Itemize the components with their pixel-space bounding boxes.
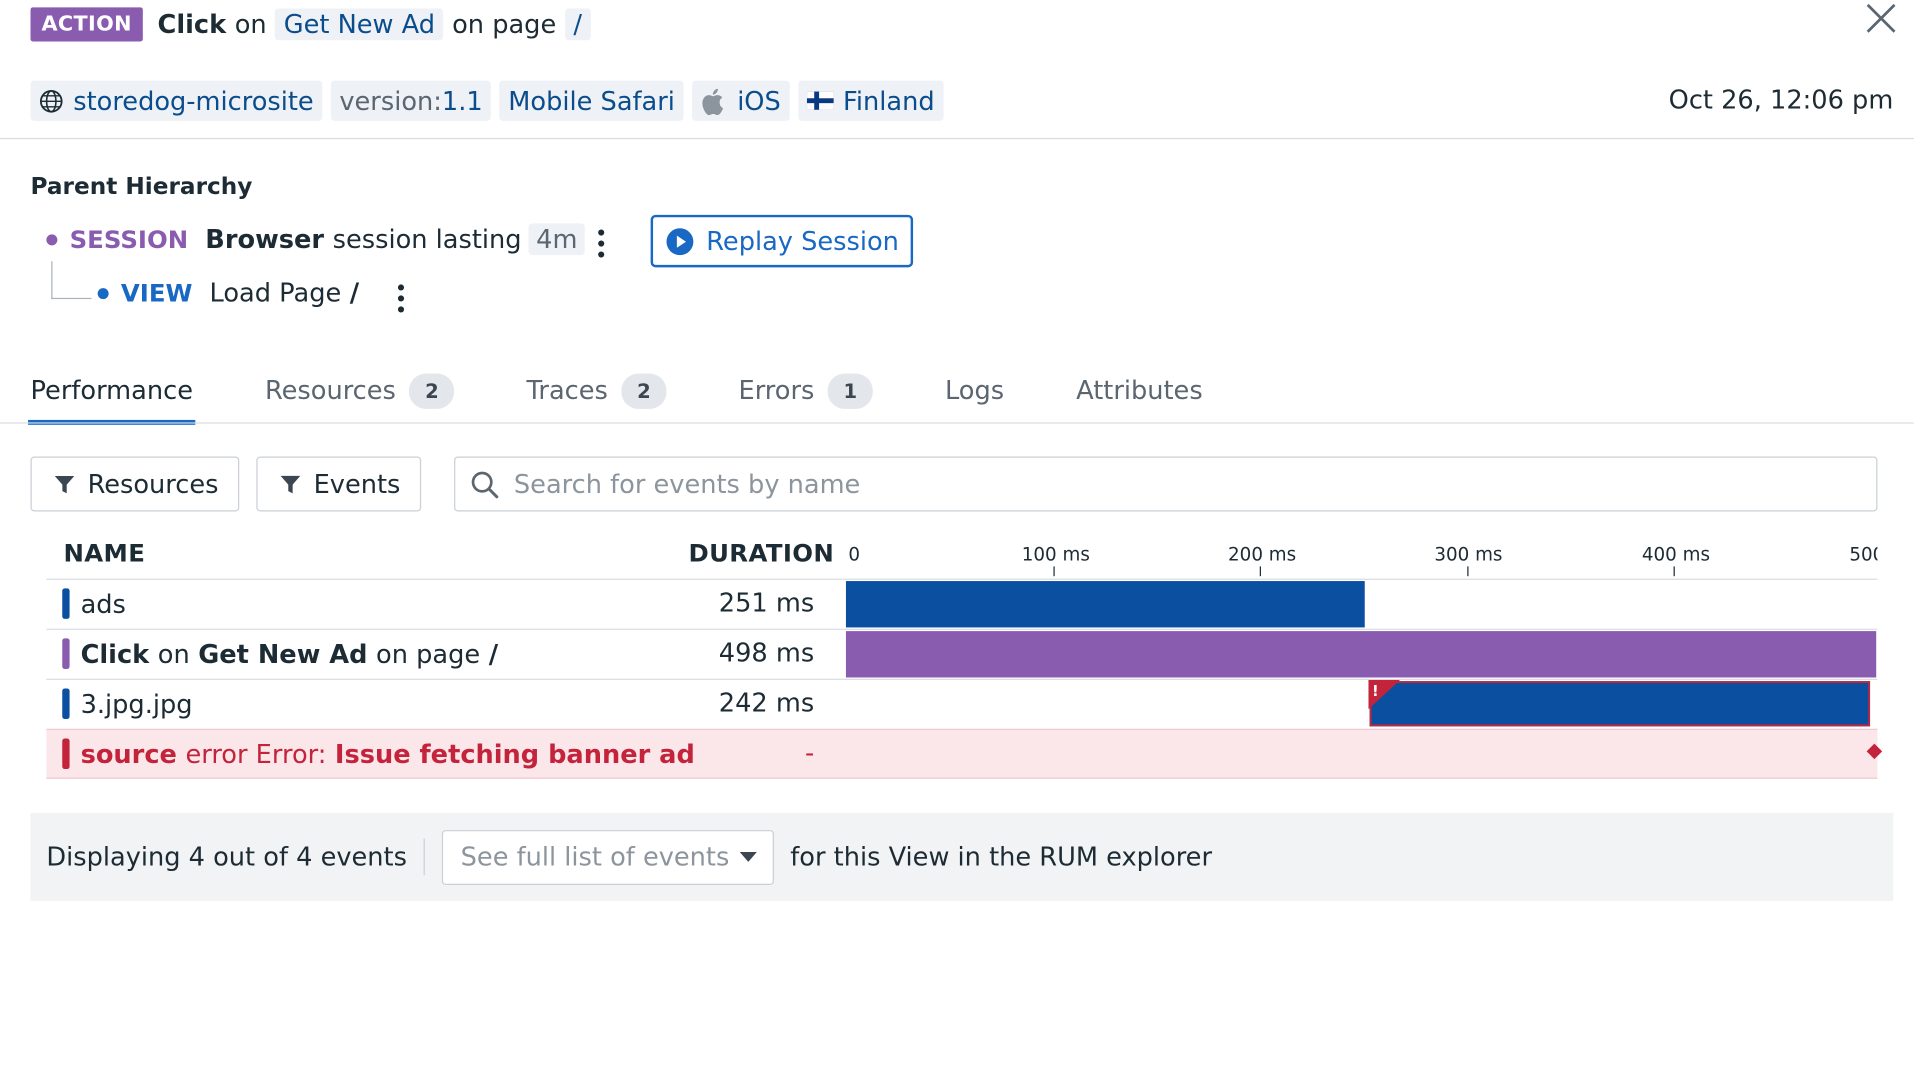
country-tag[interactable]: Finland — [797, 80, 944, 121]
error-row[interactable]: source error Error: Issue fetching banne… — [46, 728, 1878, 779]
axis-label-400: 400 ms — [1641, 543, 1710, 566]
tab-resources[interactable]: Resources 2 — [265, 361, 455, 420]
target-chip[interactable]: Get New Ad — [275, 7, 444, 40]
session-text: session lasting — [332, 224, 522, 254]
app-name: storedog-microsite — [73, 86, 314, 116]
view-label: VIEW — [120, 278, 193, 308]
row-name: 3.jpg.jpg — [62, 688, 193, 719]
session-more-icon[interactable] — [591, 227, 612, 260]
axis-label-200: 200 ms — [1228, 543, 1297, 566]
browser-tag[interactable]: Mobile Safari — [499, 80, 684, 121]
filter-icon — [54, 475, 75, 493]
footer-suffix: for this View in the RUM explorer — [790, 842, 1213, 872]
event-title: Click on Get New Ad on page / — [157, 7, 591, 40]
footer-separator — [424, 838, 426, 876]
axis-label-100: 100 ms — [1021, 543, 1090, 566]
session-label: SESSION — [69, 224, 189, 254]
session-row[interactable]: SESSION Browser session lasting 4m — [46, 223, 585, 256]
session-dot — [46, 233, 58, 245]
click-word: Click — [157, 9, 227, 39]
row-indicator — [62, 638, 70, 669]
tab-attributes[interactable]: Attributes — [1076, 361, 1203, 420]
session-duration: 4m — [528, 223, 585, 256]
errors-count: 1 — [827, 372, 873, 409]
os-tag[interactable]: iOS — [692, 80, 790, 121]
replay-label: Replay Session — [706, 226, 899, 256]
header-divider — [0, 137, 1914, 140]
on-page-word: on page — [452, 9, 557, 39]
events-filter-button[interactable]: Events — [256, 456, 422, 512]
error-flag-icon: ! — [1368, 679, 1400, 710]
view-dot — [97, 287, 109, 299]
context-tags: storedog-microsite version:1.1 Mobile Sa… — [30, 80, 944, 121]
timeline-bar-3jpg[interactable]: ! — [1368, 679, 1871, 727]
tab-performance[interactable]: Performance — [28, 361, 196, 425]
search-box — [454, 456, 1878, 512]
caret-down-icon — [740, 852, 758, 862]
search-icon — [471, 471, 499, 498]
view-path: / — [349, 278, 360, 308]
row-duration: 242 ms — [718, 688, 815, 718]
axis-label-500: 500 — [1849, 543, 1877, 566]
app-tag[interactable]: storedog-microsite — [30, 80, 323, 121]
apple-icon — [702, 88, 723, 115]
axis-tick — [1467, 566, 1469, 577]
tab-errors[interactable]: Errors 1 — [739, 361, 873, 420]
row-name: ads — [62, 588, 126, 619]
parent-hierarchy-title: Parent Hierarchy — [30, 173, 253, 201]
axis-label-0: 0 — [848, 543, 861, 566]
replay-session-button[interactable]: Replay Session — [650, 214, 914, 268]
row-duration: 498 ms — [718, 638, 815, 668]
view-row[interactable]: VIEW Load Page / — [97, 278, 360, 308]
axis-label-300: 300 ms — [1434, 543, 1503, 566]
country-name: Finland — [843, 86, 935, 116]
row-indicator — [62, 588, 70, 619]
resources-count: 2 — [409, 372, 455, 409]
col-duration-header[interactable]: DURATION — [688, 538, 834, 567]
row-duration: 251 ms — [718, 588, 815, 618]
svg-text:!: ! — [1372, 683, 1379, 700]
axis-tick — [1673, 566, 1675, 577]
axis-tick — [1053, 566, 1055, 577]
view-more-icon[interactable] — [391, 282, 412, 315]
tree-connector — [51, 261, 92, 300]
row-duration: - — [804, 738, 815, 768]
row-name: Click on Get New Ad on page / — [62, 638, 498, 669]
row-indicator — [62, 688, 70, 719]
tab-logs[interactable]: Logs — [945, 361, 1004, 420]
close-icon[interactable] — [1865, 2, 1897, 34]
tabs-divider — [0, 422, 1914, 424]
timeline-bar-ads[interactable] — [845, 581, 1366, 628]
filter-icon — [280, 475, 301, 493]
timeline-bar-click-action[interactable] — [845, 631, 1877, 678]
event-header: ACTION Click on Get New Ad on page / — [30, 4, 591, 44]
view-text: Load Page — [209, 278, 342, 308]
globe-icon — [39, 89, 63, 112]
event-date: Oct 26, 12:06 pm — [1668, 85, 1894, 115]
session-type: Browser — [205, 224, 325, 254]
detail-tabs: Performance Resources 2 Traces 2 Errors 1 L… — [28, 361, 1275, 425]
browser-name: Mobile Safari — [508, 86, 675, 116]
search-input[interactable] — [511, 468, 1860, 500]
finland-flag-icon — [806, 91, 834, 110]
version-value: 1.1 — [441, 86, 483, 116]
displaying-count: Displaying 4 out of 4 events — [46, 842, 407, 872]
page-path-chip[interactable]: / — [564, 7, 591, 40]
col-name-header[interactable]: NAME — [63, 538, 145, 567]
full-list-select[interactable]: See full list of events — [442, 829, 775, 885]
version-key: version: — [339, 86, 442, 116]
version-tag[interactable]: version:1.1 — [330, 80, 492, 121]
events-footer: Displaying 4 out of 4 events See full li… — [30, 812, 1894, 901]
axis-tick — [1259, 566, 1261, 577]
play-circle-icon — [665, 227, 693, 255]
tab-traces[interactable]: Traces 2 — [527, 361, 667, 420]
row-indicator — [62, 738, 70, 770]
on-word: on — [234, 9, 267, 39]
os-name: iOS — [737, 86, 781, 116]
traces-count: 2 — [621, 372, 667, 409]
row-name: source error Error: Issue fetching banne… — [62, 738, 695, 770]
action-badge: ACTION — [30, 6, 143, 41]
resources-filter-button[interactable]: Resources — [30, 456, 240, 512]
